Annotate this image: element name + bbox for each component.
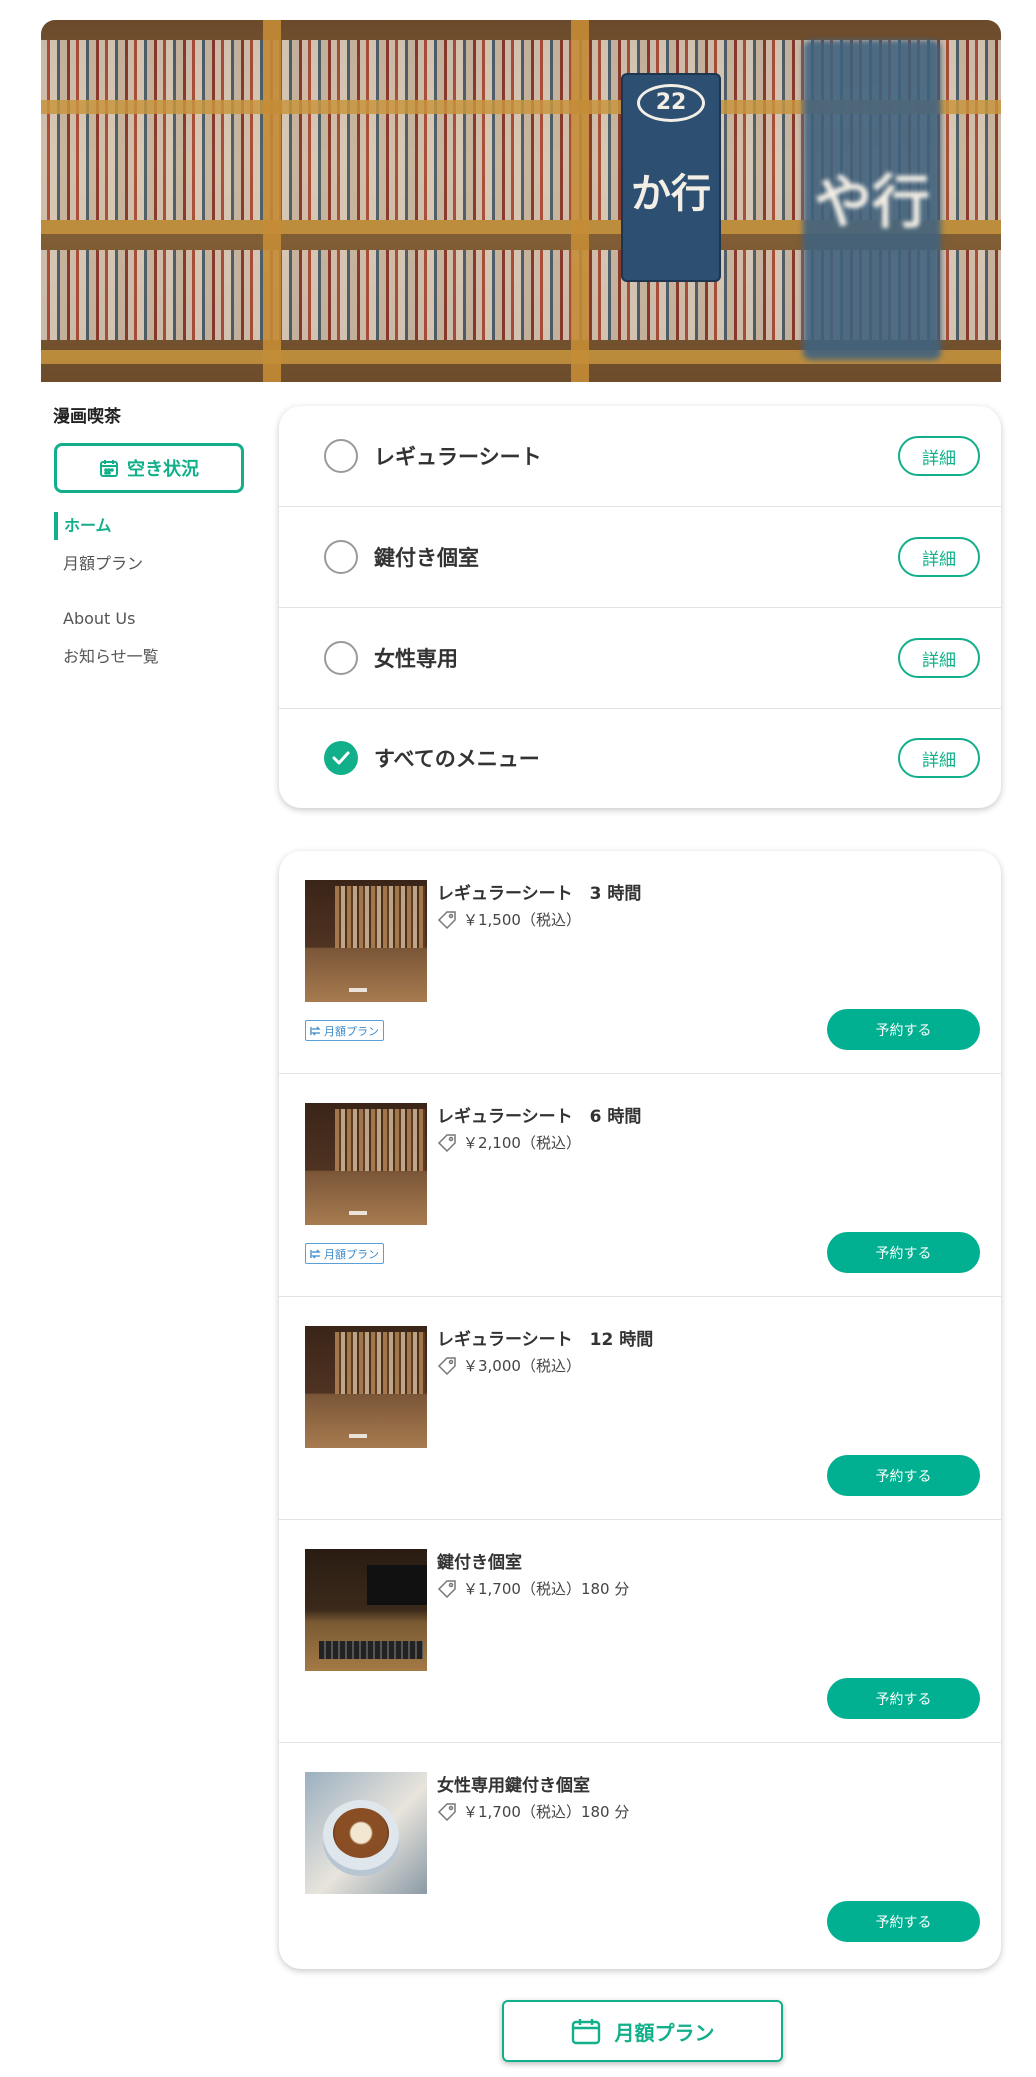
sidebar-item-monthly-plan[interactable]: 月額プラン xyxy=(54,550,254,588)
filter-option-label: 鍵付き個室 xyxy=(374,546,479,570)
filter-option-label: 女性専用 xyxy=(374,647,458,671)
plan-price-row: ￥2,100（税込） xyxy=(437,1132,581,1153)
hero-sign-b-text: や行 xyxy=(813,168,930,236)
plan-item: 鍵付き個室 ￥1,700（税込）180 分 予約する xyxy=(279,1520,1001,1743)
plan-price-row: ￥1,700（税込）180 分 xyxy=(437,1578,629,1599)
plan-item: レギュラーシート 3 時間 ￥1,500（税込） 月額プラン 予約する xyxy=(279,851,1001,1074)
plan-title: 鍵付き個室 xyxy=(437,1553,522,1573)
reserve-button[interactable]: 予約する xyxy=(827,1232,980,1273)
plan-item: レギュラーシート 6 時間 ￥2,100（税込） 月額プラン 予約する xyxy=(279,1074,1001,1297)
plan-list-card: レギュラーシート 3 時間 ￥1,500（税込） 月額プラン 予約する レギュラ… xyxy=(279,851,1001,1969)
filter-option-all-menu[interactable]: すべてのメニュー 詳細 xyxy=(279,709,1001,807)
hero-image: や行 22 か行 xyxy=(41,20,1001,382)
plan-price: ￥1,700（税込）180 分 xyxy=(463,1580,630,1598)
calendar-icon xyxy=(571,2019,600,2045)
reserve-button[interactable]: 予約する xyxy=(827,1009,980,1050)
plan-title: レギュラーシート 12 時間 xyxy=(437,1330,654,1350)
check-circle-icon[interactable] xyxy=(324,741,358,775)
monthly-plan-button-label: 月額プラン xyxy=(614,2020,715,2045)
hero-sign-a-text: か行 xyxy=(631,171,711,217)
repeat-icon xyxy=(310,1026,321,1035)
filter-option-label: すべてのメニュー xyxy=(374,747,540,771)
detail-button[interactable]: 詳細 xyxy=(898,638,980,678)
radio-icon[interactable] xyxy=(324,439,358,473)
radio-icon[interactable] xyxy=(324,540,358,574)
reserve-button[interactable]: 予約する xyxy=(827,1901,980,1942)
price-tag-icon xyxy=(437,910,456,929)
sidebar-item-news-list[interactable]: お知らせ一覧 xyxy=(54,643,254,681)
filter-option-regular-seat[interactable]: レギュラーシート 詳細 xyxy=(279,406,1001,507)
plan-price: ￥3,000（税込） xyxy=(463,1357,581,1375)
availability-button[interactable]: 空き状況 xyxy=(54,443,244,493)
bookshelf-image xyxy=(305,1103,427,1225)
detail-button[interactable]: 詳細 xyxy=(898,738,980,778)
plan-price: ￥1,500（税込） xyxy=(463,911,581,929)
monthly-plan-button[interactable]: 月額プラン xyxy=(502,2000,783,2062)
filter-option-label: レギュラーシート xyxy=(374,445,542,469)
availability-button-label: 空き状況 xyxy=(127,459,199,480)
price-tag-icon xyxy=(437,1802,456,1821)
reserve-button[interactable]: 予約する xyxy=(827,1678,980,1719)
sidebar-nav: ホーム 月額プラン About Us お知らせ一覧 xyxy=(54,512,254,681)
radio-icon[interactable] xyxy=(324,641,358,675)
sidebar-item-home[interactable]: ホーム xyxy=(54,512,254,540)
plan-price: ￥2,100（税込） xyxy=(463,1134,581,1152)
monthly-plan-badge-label: 月額プラン xyxy=(324,1024,379,1038)
brand-name: 漫画喫茶 xyxy=(53,407,121,427)
plan-price-row: ￥3,000（税込） xyxy=(437,1355,581,1376)
hero-shelf-post xyxy=(263,20,281,382)
plan-price-row: ￥1,500（税込） xyxy=(437,909,581,930)
reserve-button[interactable]: 予約する xyxy=(827,1455,980,1496)
detail-button[interactable]: 詳細 xyxy=(898,537,980,577)
price-tag-icon xyxy=(437,1133,456,1152)
desk-image xyxy=(305,1549,427,1671)
calendar-icon xyxy=(100,460,118,477)
price-tag-icon xyxy=(437,1579,456,1598)
repeat-icon xyxy=(310,1249,321,1258)
plan-price: ￥1,700（税込）180 分 xyxy=(463,1803,630,1821)
detail-button[interactable]: 詳細 xyxy=(898,436,980,476)
plan-price-row: ￥1,700（税込）180 分 xyxy=(437,1801,629,1822)
plan-title: レギュラーシート 6 時間 xyxy=(437,1107,642,1127)
plan-title: 女性専用鍵付き個室 xyxy=(437,1776,590,1796)
bookshelf-image xyxy=(305,1326,427,1448)
hero-sign-number: 22 xyxy=(637,84,705,122)
hero-shelf-post xyxy=(571,20,589,382)
monthly-plan-badge: 月額プラン xyxy=(305,1243,384,1264)
plan-title: レギュラーシート 3 時間 xyxy=(437,884,642,904)
sidebar-item-about-us[interactable]: About Us xyxy=(54,605,254,643)
menu-filter-card: レギュラーシート 詳細 鍵付き個室 詳細 女性専用 詳細 すべてのメニュー 詳細 xyxy=(279,406,1001,808)
filter-option-women-only[interactable]: 女性専用 詳細 xyxy=(279,608,1001,709)
coffee-image xyxy=(305,1772,427,1894)
plan-item: 女性専用鍵付き個室 ￥1,700（税込）180 分 予約する xyxy=(279,1743,1001,1969)
plan-item: レギュラーシート 12 時間 ￥3,000（税込） 予約する xyxy=(279,1297,1001,1520)
bookshelf-image xyxy=(305,880,427,1002)
monthly-plan-badge: 月額プラン xyxy=(305,1020,384,1041)
filter-option-private-room[interactable]: 鍵付き個室 詳細 xyxy=(279,507,1001,608)
price-tag-icon xyxy=(437,1356,456,1375)
monthly-plan-badge-label: 月額プラン xyxy=(324,1247,379,1261)
